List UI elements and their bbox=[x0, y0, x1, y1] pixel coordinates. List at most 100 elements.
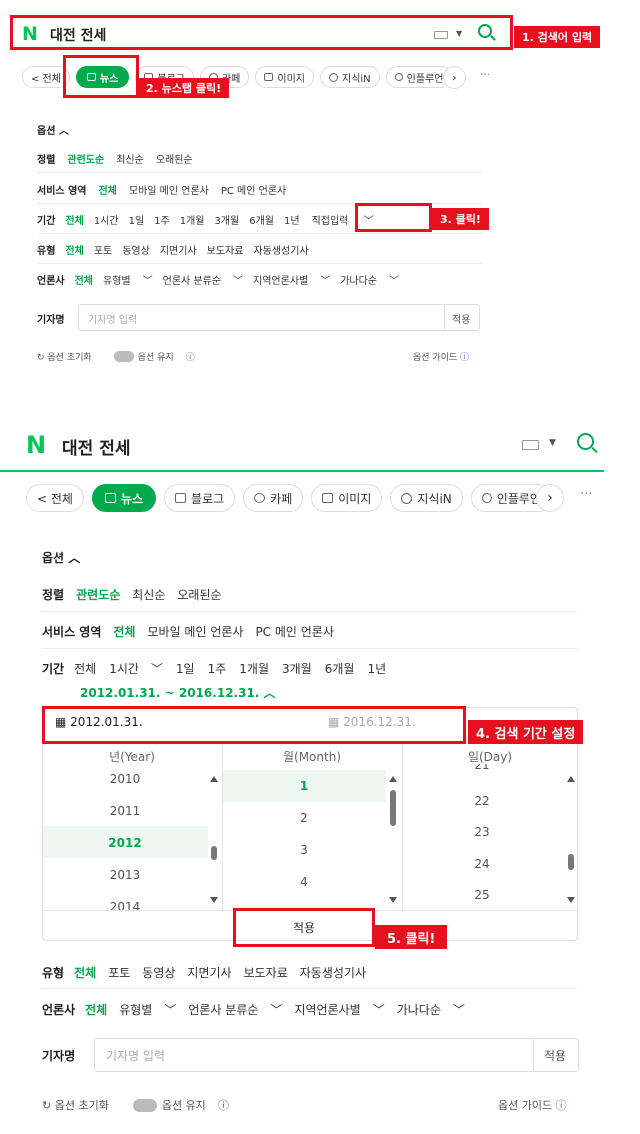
period-all[interactable]: 전체 bbox=[74, 660, 96, 677]
type-all[interactable]: 전체 bbox=[74, 964, 96, 981]
press-category[interactable]: 언론사 분류순 ﹀ bbox=[188, 1001, 282, 1018]
more-icon[interactable]: ··· bbox=[580, 487, 592, 502]
type-print[interactable]: 지면기사 bbox=[160, 242, 197, 257]
sort-relevance[interactable]: 관련도순 bbox=[67, 151, 104, 166]
period-1h[interactable]: 1시간 bbox=[94, 212, 119, 227]
service-pc[interactable]: PC 메인 언론사 bbox=[255, 623, 333, 640]
options-toggle[interactable]: 옵션 ︿ bbox=[42, 549, 80, 566]
service-mobile[interactable]: 모바일 메인 언론사 bbox=[147, 623, 243, 640]
period-range-toggle[interactable]: 2012.01.31. ~ 2016.12.31. ︿ bbox=[80, 684, 276, 701]
day-option[interactable]: 22 bbox=[402, 794, 562, 808]
dropdown-icon[interactable]: ▼ bbox=[549, 438, 556, 448]
tab-kin[interactable]: 지식iN bbox=[390, 484, 463, 512]
period-1d[interactable]: 1일 bbox=[176, 660, 195, 677]
tab-cafe[interactable]: 카페 bbox=[243, 484, 304, 512]
year-option[interactable]: 2014 bbox=[42, 900, 208, 910]
type-photo[interactable]: 포토 bbox=[108, 964, 130, 981]
period-1w[interactable]: 1주 bbox=[154, 212, 170, 227]
reporter-input[interactable]: 기자명 입력 bbox=[88, 311, 137, 326]
reporter-apply-button[interactable]: 적용 bbox=[452, 311, 470, 326]
period-6m[interactable]: 6개월 bbox=[325, 660, 355, 677]
period-1y[interactable]: 1년 bbox=[284, 212, 300, 227]
tab-next-button[interactable]: › bbox=[536, 484, 564, 512]
press-by-type[interactable]: 유형별 ﹀ bbox=[103, 272, 153, 287]
type-print[interactable]: 지면기사 bbox=[187, 964, 231, 981]
press-all[interactable]: 전체 bbox=[75, 272, 93, 287]
tab-blog[interactable]: 블로그 bbox=[164, 484, 236, 512]
bottom-search-query[interactable]: 대전 전세 bbox=[62, 434, 130, 459]
year-scroll-down[interactable] bbox=[210, 897, 218, 903]
press-alpha[interactable]: 가나다순 ﹀ bbox=[397, 1001, 465, 1018]
day-scrollbar[interactable] bbox=[568, 854, 574, 870]
naver-logo-icon[interactable]: N bbox=[26, 431, 47, 459]
month-option[interactable]: 2 bbox=[222, 811, 386, 825]
day-option[interactable]: 23 bbox=[402, 825, 562, 839]
period-1m[interactable]: 1개월 bbox=[239, 660, 269, 677]
press-by-type[interactable]: 유형별 ﹀ bbox=[119, 1001, 176, 1018]
year-option[interactable]: 2011 bbox=[42, 804, 208, 818]
tab-next-button[interactable]: › bbox=[443, 66, 466, 89]
type-auto[interactable]: 자동생성기사 bbox=[253, 242, 308, 257]
period-6m[interactable]: 6개월 bbox=[249, 212, 274, 227]
type-auto[interactable]: 자동생성기사 bbox=[300, 964, 366, 981]
type-photo[interactable]: 포토 bbox=[94, 242, 112, 257]
more-icon[interactable]: ··· bbox=[480, 68, 491, 81]
month-option[interactable]: 3 bbox=[222, 843, 386, 857]
type-video[interactable]: 동영상 bbox=[122, 242, 150, 257]
year-scroll-up[interactable] bbox=[210, 776, 218, 782]
month-scroll-down[interactable] bbox=[389, 897, 397, 903]
sort-oldest[interactable]: 오래된순 bbox=[156, 151, 193, 166]
period-3m[interactable]: 3개월 bbox=[282, 660, 312, 677]
day-option[interactable]: 21 bbox=[402, 764, 562, 772]
guide-link[interactable]: 옵션 가이드 ⓘ bbox=[413, 350, 469, 363]
service-all[interactable]: 전체 bbox=[98, 182, 116, 197]
reporter-apply-button[interactable]: 적용 bbox=[544, 1047, 566, 1064]
period-1w[interactable]: 1주 bbox=[208, 660, 227, 677]
period-3m[interactable]: 3개월 bbox=[214, 212, 239, 227]
keyboard-icon[interactable] bbox=[522, 440, 539, 450]
day-option[interactable]: 25 bbox=[402, 888, 562, 902]
year-option-selected[interactable]: 2012 bbox=[42, 836, 208, 850]
month-scrollbar[interactable] bbox=[390, 790, 396, 826]
keep-toggle[interactable]: 옵션 유지 ⓘ bbox=[132, 1097, 229, 1113]
press-all[interactable]: 전체 bbox=[85, 1001, 107, 1018]
guide-link[interactable]: 옵션 가이드 ⓘ bbox=[498, 1097, 567, 1113]
service-mobile[interactable]: 모바일 메인 언론사 bbox=[129, 182, 209, 197]
day-scroll-up[interactable] bbox=[567, 776, 575, 782]
day-option[interactable]: 24 bbox=[402, 857, 562, 871]
type-press-release[interactable]: 보도자료 bbox=[207, 242, 244, 257]
period-1m[interactable]: 1개월 bbox=[180, 212, 205, 227]
reporter-input[interactable]: 기자명 입력 bbox=[106, 1047, 165, 1064]
type-all[interactable]: 전체 bbox=[65, 242, 83, 257]
tab-image[interactable]: 이미지 bbox=[311, 484, 383, 512]
press-region[interactable]: 지역언론사별 ﹀ bbox=[294, 1001, 384, 1018]
type-press-release[interactable]: 보도자료 bbox=[244, 964, 288, 981]
service-all[interactable]: 전체 bbox=[113, 623, 135, 640]
period-1y[interactable]: 1년 bbox=[367, 660, 386, 677]
tab-image[interactable]: 이미지 bbox=[255, 66, 314, 88]
month-option-selected[interactable]: 1 bbox=[222, 779, 386, 793]
period-1d[interactable]: 1일 bbox=[129, 212, 145, 227]
year-option[interactable]: 2010 bbox=[42, 772, 208, 786]
sort-oldest[interactable]: 오래된순 bbox=[177, 586, 221, 603]
type-video[interactable]: 동영상 bbox=[142, 964, 175, 981]
press-region[interactable]: 지역언론사별 ﹀ bbox=[253, 272, 330, 287]
sort-relevance[interactable]: 관련도순 bbox=[76, 586, 120, 603]
keep-toggle[interactable]: 옵션 유지 ⓘ bbox=[113, 350, 195, 363]
reset-button[interactable]: ↻ 옵션 초기화 bbox=[37, 350, 104, 363]
tab-news[interactable]: 뉴스 bbox=[91, 484, 157, 512]
year-option[interactable]: 2013 bbox=[42, 868, 208, 882]
options-toggle[interactable]: 옵션 ︿ bbox=[37, 122, 69, 137]
reset-button[interactable]: ↻ 옵션 초기화 bbox=[42, 1097, 121, 1113]
year-scrollbar[interactable] bbox=[211, 846, 217, 860]
press-alpha[interactable]: 가나다순 ﹀ bbox=[340, 272, 399, 287]
period-all[interactable]: 전체 bbox=[65, 212, 83, 227]
service-pc[interactable]: PC 메인 언론사 bbox=[221, 182, 286, 197]
tab-all[interactable]: < 전체 bbox=[26, 484, 84, 512]
period-1h[interactable]: 1시간 ﹀ bbox=[109, 660, 163, 677]
sort-latest[interactable]: 최신순 bbox=[116, 151, 144, 166]
month-scroll-up[interactable] bbox=[389, 776, 397, 782]
sort-latest[interactable]: 최신순 bbox=[132, 586, 165, 603]
day-scroll-down[interactable] bbox=[567, 897, 575, 903]
press-category[interactable]: 언론사 분류순 ﹀ bbox=[163, 272, 243, 287]
